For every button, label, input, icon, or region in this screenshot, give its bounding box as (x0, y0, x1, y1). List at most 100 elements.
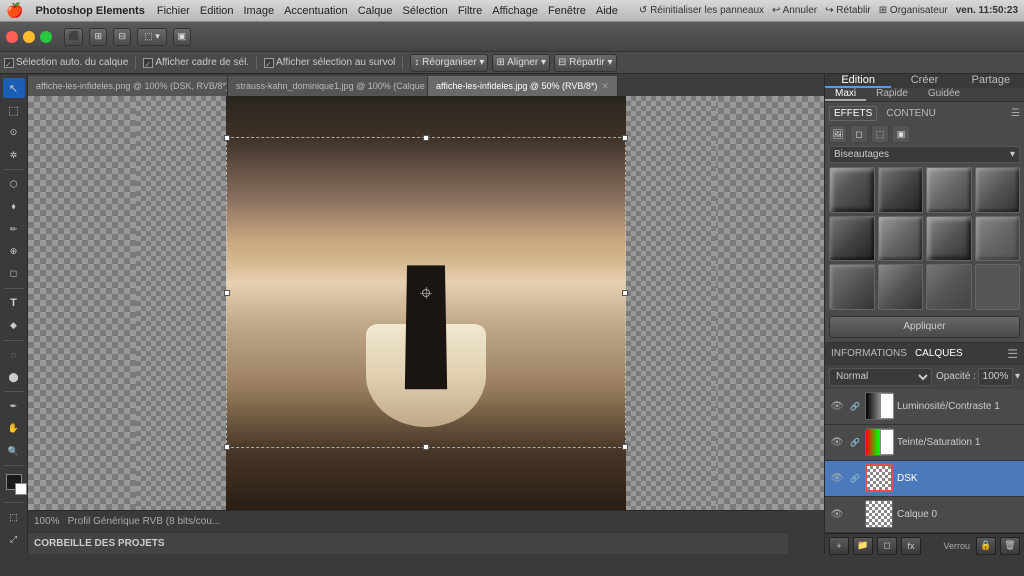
sub-tab-guidee[interactable]: Guidée (918, 88, 970, 101)
close-window-btn[interactable] (6, 31, 18, 43)
eraser-tool[interactable]: ◻ (3, 264, 25, 284)
selection-tool[interactable]: ⬚ (3, 100, 25, 120)
toolbar-btn-2[interactable]: ⊞ (89, 28, 107, 46)
new-group-btn[interactable]: 📁 (853, 537, 873, 555)
blend-mode-select[interactable]: Normal (829, 368, 932, 386)
layer-link-4[interactable] (849, 508, 861, 520)
eyedropper-tool[interactable]: ✒ (3, 396, 25, 416)
effect-thumb-11[interactable] (926, 264, 972, 310)
sub-tab-rapide[interactable]: Rapide (866, 88, 918, 101)
lock-btn[interactable]: 🔒 (976, 537, 996, 555)
layer-row-teinte[interactable]: 👁 🔗 Teinte/Saturation 1 (825, 425, 1024, 461)
quick-mask-tool[interactable]: ⬚ (3, 507, 25, 527)
menu-fenetre[interactable]: Fenêtre (548, 5, 586, 17)
menu-accentuation[interactable]: Accentuation (284, 5, 348, 17)
menu-fichier[interactable]: Fichier (157, 5, 190, 17)
healing-tool[interactable]: ⬧ (3, 197, 25, 217)
effects-dropdown[interactable]: Biseautages ▾ (829, 146, 1020, 163)
effects-icon-3[interactable]: ⬚ (871, 125, 889, 143)
move-tool[interactable]: ↖ (3, 78, 25, 98)
reorganiser-btn[interactable]: ↕ Réorganiser ▾ (410, 54, 488, 72)
effect-thumb-12[interactable] (975, 264, 1021, 310)
effects-menu-icon[interactable]: ☰ (1011, 108, 1020, 119)
toolbar-btn-4[interactable]: ⬚ ▾ (137, 28, 167, 46)
new-layer-btn[interactable]: + (829, 537, 849, 555)
foreground-color[interactable] (6, 474, 22, 490)
layers-tab-calques[interactable]: CALQUES (915, 348, 963, 359)
sponge-tool[interactable]: ⬤ (3, 367, 25, 387)
maximize-window-btn[interactable] (40, 31, 52, 43)
effects-icon-2[interactable]: ◻ (850, 125, 868, 143)
show-hover-checkbox[interactable] (264, 58, 274, 68)
layer-link-1[interactable]: 🔗 (849, 400, 861, 412)
mask-btn[interactable]: ◻ (877, 537, 897, 555)
fullscreen-tool[interactable]: ⤢ (3, 530, 25, 550)
toolbar-btn-3[interactable]: ⊟ (113, 28, 131, 46)
layer-visibility-1[interactable]: 👁 (829, 398, 845, 414)
auto-select-checkbox[interactable] (4, 58, 14, 68)
effect-thumb-3[interactable] (926, 167, 972, 213)
layer-visibility-3[interactable]: 👁 (829, 470, 845, 486)
effect-thumb-6[interactable] (878, 216, 924, 262)
layer-row-dsk[interactable]: 👁 🔗 DSK (825, 461, 1024, 497)
show-frame-checkbox[interactable] (143, 58, 153, 68)
toolbar-btn-5[interactable]: ▣ (173, 28, 191, 46)
opacity-dropdown-icon[interactable]: ▾ (1015, 371, 1020, 382)
clone-tool[interactable]: ⊕ (3, 241, 25, 261)
repartir-btn[interactable]: ⊟ Répartir ▾ (554, 54, 617, 72)
tab-2[interactable]: affiche-les-infideles.jpg @ 50% (RVB/8*)… (428, 76, 618, 96)
effects-tab-contenu[interactable]: CONTENU (881, 106, 940, 121)
effect-thumb-9[interactable] (829, 264, 875, 310)
blur-tool[interactable]: ◌ (3, 345, 25, 365)
panel-tab-partage[interactable]: Partage (958, 74, 1024, 88)
menu-filtre[interactable]: Filtre (458, 5, 482, 17)
menu-image[interactable]: Image (244, 5, 275, 17)
menu-selection[interactable]: Sélection (403, 5, 448, 17)
menu-calque[interactable]: Calque (358, 5, 393, 17)
show-frame-option[interactable]: Afficher cadre de sél. (143, 57, 249, 68)
effect-thumb-2[interactable] (878, 167, 924, 213)
type-tool[interactable]: T (3, 293, 25, 313)
toolbar-btn-1[interactable]: ⬛ (64, 28, 83, 46)
layer-link-2[interactable]: 🔗 (849, 436, 861, 448)
magic-wand-tool[interactable]: ✲ (3, 145, 25, 165)
lasso-tool[interactable]: ⊙ (3, 123, 25, 143)
effect-thumb-10[interactable] (878, 264, 924, 310)
effect-thumb-8[interactable] (975, 216, 1021, 262)
layer-link-3[interactable]: 🔗 (849, 472, 861, 484)
menu-aide[interactable]: Aide (596, 5, 618, 17)
sub-tab-maxi[interactable]: Maxi (825, 88, 866, 101)
layer-visibility-4[interactable]: 👁 (829, 506, 845, 522)
layer-visibility-2[interactable]: 👁 (829, 434, 845, 450)
layer-row-luminosite[interactable]: 👁 🔗 Luminosité/Contraste 1 (825, 389, 1024, 425)
menu-affichage[interactable]: Affichage (492, 5, 538, 17)
shape-tool[interactable]: ◆ (3, 315, 25, 335)
effect-thumb-4[interactable] (975, 167, 1021, 213)
layer-row-calque0[interactable]: 👁 Calque 0 (825, 497, 1024, 533)
effects-icon-1[interactable]: 🖼 (829, 125, 847, 143)
background-color[interactable] (15, 483, 27, 495)
zoom-tool[interactable]: 🔍 (3, 441, 25, 461)
panel-tab-creer[interactable]: Créer (891, 74, 957, 88)
effects-tab-effets[interactable]: EFFETS (829, 106, 877, 121)
show-hover-option[interactable]: Afficher sélection au survol (264, 57, 395, 68)
opacity-input[interactable] (978, 368, 1013, 386)
layers-tab-info[interactable]: INFORMATIONS (831, 348, 907, 359)
tab-1[interactable]: strauss-kahn_dominique1.jpg @ 100% (Calq… (228, 76, 428, 96)
minimize-window-btn[interactable] (23, 31, 35, 43)
undo-btn[interactable]: ↩ Annuler (772, 5, 817, 16)
menu-edition[interactable]: Edition (200, 5, 234, 17)
crop-tool[interactable]: ⬡ (3, 174, 25, 194)
auto-select-option[interactable]: Sélection auto. du calque (4, 57, 128, 68)
apple-icon[interactable]: 🍎 (6, 2, 23, 19)
layers-menu-icon[interactable]: ☰ (1007, 347, 1018, 361)
effect-thumb-7[interactable] (926, 216, 972, 262)
apply-btn[interactable]: Appliquer (829, 316, 1020, 338)
reset-panels-btn[interactable]: ↺ Réinitialiser les panneaux (639, 5, 764, 16)
redo-btn[interactable]: ↪ Rétablir (825, 5, 871, 16)
effects-icon-4[interactable]: ▣ (892, 125, 910, 143)
tab-0[interactable]: affiche-les-infideles.png @ 100% (DSK, R… (28, 76, 228, 96)
hand-tool[interactable]: ✋ (3, 419, 25, 439)
organizer-btn[interactable]: ⊞ Organisateur (879, 5, 948, 16)
effect-thumb-5[interactable] (829, 216, 875, 262)
